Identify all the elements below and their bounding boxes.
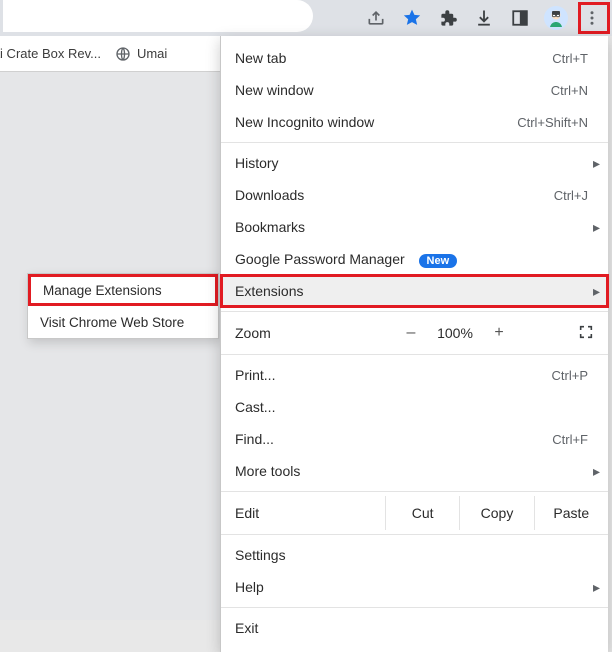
side-panel-icon[interactable] xyxy=(508,6,532,30)
menu-item-zoom: Zoom – 100% + xyxy=(221,316,608,350)
menu-item-label: New Incognito window xyxy=(235,114,517,130)
menu-item-history[interactable]: History ▸ xyxy=(221,147,608,179)
submenu-item-chrome-web-store[interactable]: Visit Chrome Web Store xyxy=(28,306,218,338)
menu-item-label: Extensions xyxy=(235,283,594,299)
menu-item-label: Settings xyxy=(235,547,594,563)
menu-separator xyxy=(221,354,608,355)
menu-item-label: Downloads xyxy=(235,187,554,203)
submenu-item-label: Manage Extensions xyxy=(43,283,162,298)
bookmarks-bar: mai Crate Box Rev... Umai xyxy=(0,36,220,72)
menu-item-label: Exit xyxy=(235,620,594,636)
edit-label: Edit xyxy=(235,505,385,521)
fullscreen-icon[interactable] xyxy=(578,324,594,343)
new-badge: New xyxy=(419,254,458,268)
submenu-item-label: Visit Chrome Web Store xyxy=(40,315,184,330)
menu-item-new-incognito[interactable]: New Incognito window Ctrl+Shift+N xyxy=(221,106,608,138)
menu-item-label: More tools xyxy=(235,463,594,479)
globe-icon xyxy=(115,46,131,62)
menu-item-downloads[interactable]: Downloads Ctrl+J xyxy=(221,179,608,211)
menu-item-label: History xyxy=(235,155,594,171)
menu-item-shortcut: Ctrl+T xyxy=(552,51,588,66)
menu-item-settings[interactable]: Settings xyxy=(221,539,608,571)
menu-item-label: Help xyxy=(235,579,594,595)
page-content xyxy=(0,72,220,620)
edit-copy-button[interactable]: Copy xyxy=(459,496,533,530)
bookmark-item[interactable]: Umai xyxy=(115,46,167,62)
menu-item-cast[interactable]: Cast... xyxy=(221,391,608,423)
bookmark-item[interactable]: mai Crate Box Rev... xyxy=(0,46,101,61)
chevron-right-icon: ▸ xyxy=(593,463,600,480)
menu-separator xyxy=(221,491,608,492)
chrome-main-menu: New tab Ctrl+T New window Ctrl+N New Inc… xyxy=(220,36,608,652)
menu-item-bookmarks[interactable]: Bookmarks ▸ xyxy=(221,211,608,243)
omnibox[interactable] xyxy=(3,0,313,32)
menu-item-help[interactable]: Help ▸ xyxy=(221,571,608,603)
bookmark-item-label: mai Crate Box Rev... xyxy=(0,46,101,61)
bookmark-item-label: Umai xyxy=(137,46,167,61)
browser-toolbar xyxy=(0,0,612,36)
extensions-submenu: Manage Extensions Visit Chrome Web Store xyxy=(27,273,219,339)
bookmark-star-icon[interactable] xyxy=(400,6,424,30)
menu-item-more-tools[interactable]: More tools ▸ xyxy=(221,455,608,487)
share-icon[interactable] xyxy=(364,6,388,30)
menu-item-label: New window xyxy=(235,82,551,98)
toolbar-actions xyxy=(364,0,606,36)
menu-item-find[interactable]: Find... Ctrl+F xyxy=(221,423,608,455)
menu-item-shortcut: Ctrl+J xyxy=(554,188,588,203)
edit-cut-button[interactable]: Cut xyxy=(385,496,459,530)
menu-item-new-window[interactable]: New window Ctrl+N xyxy=(221,74,608,106)
chevron-right-icon: ▸ xyxy=(593,155,600,172)
menu-item-label: Print... xyxy=(235,367,552,383)
extensions-puzzle-icon[interactable] xyxy=(436,6,460,30)
chevron-right-icon: ▸ xyxy=(593,579,600,596)
zoom-in-button[interactable]: + xyxy=(481,324,517,342)
menu-separator xyxy=(221,311,608,312)
menu-item-label: Bookmarks xyxy=(235,219,594,235)
menu-item-new-tab[interactable]: New tab Ctrl+T xyxy=(221,42,608,74)
menu-item-label: Find... xyxy=(235,431,552,447)
chevron-right-icon: ▸ xyxy=(593,283,600,300)
menu-item-extensions[interactable]: Extensions ▸ xyxy=(221,275,608,307)
zoom-percent: 100% xyxy=(429,325,481,341)
menu-item-edit: Edit Cut Copy Paste xyxy=(221,496,608,530)
menu-item-label: Cast... xyxy=(235,399,594,415)
menu-item-shortcut: Ctrl+N xyxy=(551,83,588,98)
zoom-out-button[interactable]: – xyxy=(393,324,429,342)
avatar-icon[interactable] xyxy=(544,6,568,30)
menu-item-shortcut: Ctrl+Shift+N xyxy=(517,115,588,130)
menu-item-password-manager[interactable]: Google Password Manager New xyxy=(221,243,608,275)
submenu-item-manage-extensions[interactable]: Manage Extensions xyxy=(28,274,218,306)
menu-item-exit[interactable]: Exit xyxy=(221,612,608,644)
menu-item-label: Google Password Manager New xyxy=(235,251,594,268)
chevron-right-icon: ▸ xyxy=(593,219,600,236)
download-icon[interactable] xyxy=(472,6,496,30)
edit-paste-button[interactable]: Paste xyxy=(534,496,608,530)
menu-item-print[interactable]: Print... Ctrl+P xyxy=(221,359,608,391)
menu-separator xyxy=(221,142,608,143)
menu-item-shortcut: Ctrl+F xyxy=(552,432,588,447)
menu-item-text: Google Password Manager xyxy=(235,251,405,267)
menu-separator xyxy=(221,607,608,608)
zoom-label: Zoom xyxy=(235,325,393,341)
highlight-kebab xyxy=(578,2,610,34)
menu-separator xyxy=(221,534,608,535)
menu-item-label: New tab xyxy=(235,50,552,66)
menu-item-shortcut: Ctrl+P xyxy=(552,368,588,383)
